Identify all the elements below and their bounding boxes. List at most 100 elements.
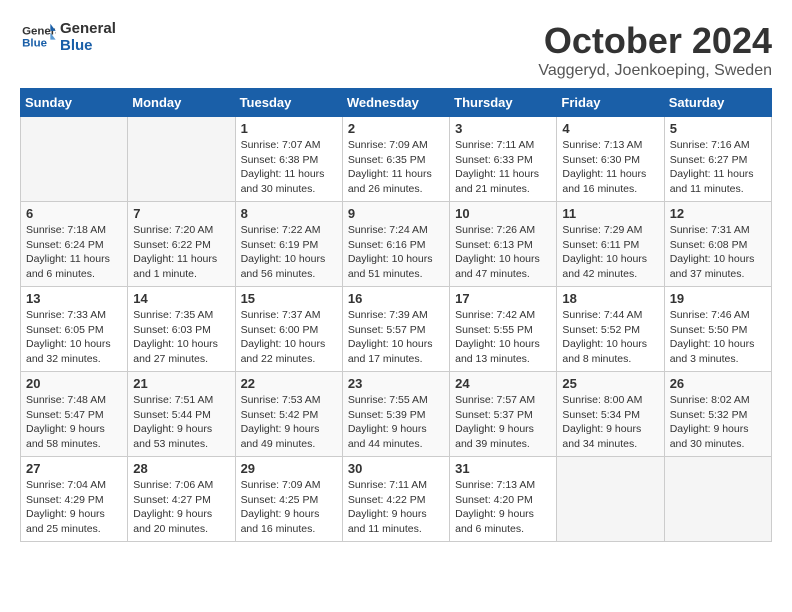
- day-header-thursday: Thursday: [450, 89, 557, 117]
- calendar-cell: 19 Sunrise: 7:46 AM Sunset: 5:50 PM Dayli…: [664, 287, 771, 372]
- title-section: October 2024 Vaggeryd, Joenkoeping, Swed…: [538, 20, 772, 80]
- day-header-saturday: Saturday: [664, 89, 771, 117]
- day-number: 16: [348, 291, 444, 306]
- day-number: 30: [348, 461, 444, 476]
- day-number: 28: [133, 461, 229, 476]
- calendar-cell: 16 Sunrise: 7:39 AM Sunset: 5:57 PM Dayli…: [342, 287, 449, 372]
- calendar-cell: 26 Sunrise: 8:02 AM Sunset: 5:32 PM Dayli…: [664, 372, 771, 457]
- day-info: Sunrise: 7:46 AM Sunset: 5:50 PM Dayligh…: [670, 308, 766, 367]
- calendar-cell: 27Sunrise: 7:04 AM Sunset: 4:29 PM Dayli…: [21, 457, 128, 542]
- day-info: Sunrise: 7:48 AM Sunset: 5:47 PM Dayligh…: [26, 393, 122, 452]
- day-info: Sunrise: 7:13 AM Sunset: 4:20 PM Dayligh…: [455, 478, 551, 537]
- week-row-2: 6 Sunrise: 7:18 AM Sunset: 6:24 PM Daylig…: [21, 202, 772, 287]
- calendar-cell: 20 Sunrise: 7:48 AM Sunset: 5:47 PM Dayli…: [21, 372, 128, 457]
- day-header-tuesday: Tuesday: [235, 89, 342, 117]
- day-info: Sunrise: 7:06 AM Sunset: 4:27 PM Dayligh…: [133, 478, 229, 537]
- calendar-cell: 2Sunrise: 7:09 AM Sunset: 6:35 PM Daylig…: [342, 117, 449, 202]
- logo-blue: Blue: [60, 37, 116, 54]
- calendar-cell: 30 Sunrise: 7:11 AM Sunset: 4:22 PM Dayli…: [342, 457, 449, 542]
- day-info: Sunrise: 7:44 AM Sunset: 5:52 PM Dayligh…: [562, 308, 658, 367]
- location-title: Vaggeryd, Joenkoeping, Sweden: [538, 62, 772, 80]
- week-row-1: 1Sunrise: 7:07 AM Sunset: 6:38 PM Daylig…: [21, 117, 772, 202]
- calendar-cell: 25 Sunrise: 8:00 AM Sunset: 5:34 PM Dayli…: [557, 372, 664, 457]
- calendar-cell: [128, 117, 235, 202]
- calendar-cell: 4Sunrise: 7:13 AM Sunset: 6:30 PM Daylig…: [557, 117, 664, 202]
- day-info: Sunrise: 7:11 AM Sunset: 4:22 PM Dayligh…: [348, 478, 444, 537]
- day-info: Sunrise: 7:31 AM Sunset: 6:08 PM Dayligh…: [670, 223, 766, 282]
- calendar-cell: [557, 457, 664, 542]
- calendar-cell: 22 Sunrise: 7:53 AM Sunset: 5:42 PM Dayli…: [235, 372, 342, 457]
- week-row-3: 13 Sunrise: 7:33 AM Sunset: 6:05 PM Dayli…: [21, 287, 772, 372]
- day-number: 24: [455, 376, 551, 391]
- day-info: Sunrise: 7:20 AM Sunset: 6:22 PM Dayligh…: [133, 223, 229, 282]
- calendar-cell: 12 Sunrise: 7:31 AM Sunset: 6:08 PM Dayli…: [664, 202, 771, 287]
- calendar-cell: 17 Sunrise: 7:42 AM Sunset: 5:55 PM Dayli…: [450, 287, 557, 372]
- day-info: Sunrise: 7:29 AM Sunset: 6:11 PM Dayligh…: [562, 223, 658, 282]
- day-number: 11: [562, 206, 658, 221]
- calendar-cell: 6 Sunrise: 7:18 AM Sunset: 6:24 PM Daylig…: [21, 202, 128, 287]
- day-info: Sunrise: 7:09 AM Sunset: 4:25 PM Dayligh…: [241, 478, 337, 537]
- day-number: 12: [670, 206, 766, 221]
- day-header-sunday: Sunday: [21, 89, 128, 117]
- day-header-monday: Monday: [128, 89, 235, 117]
- calendar-cell: 10Sunrise: 7:26 AM Sunset: 6:13 PM Dayli…: [450, 202, 557, 287]
- day-number: 13: [26, 291, 122, 306]
- month-title: October 2024: [538, 20, 772, 62]
- calendar-cell: [664, 457, 771, 542]
- day-number: 5: [670, 121, 766, 136]
- calendar-cell: [21, 117, 128, 202]
- day-info: Sunrise: 8:00 AM Sunset: 5:34 PM Dayligh…: [562, 393, 658, 452]
- day-number: 25: [562, 376, 658, 391]
- day-number: 17: [455, 291, 551, 306]
- day-number: 19: [670, 291, 766, 306]
- calendar-cell: 7 Sunrise: 7:20 AM Sunset: 6:22 PM Daylig…: [128, 202, 235, 287]
- day-info: Sunrise: 7:18 AM Sunset: 6:24 PM Dayligh…: [26, 223, 122, 282]
- calendar-cell: 24 Sunrise: 7:57 AM Sunset: 5:37 PM Dayli…: [450, 372, 557, 457]
- day-info: Sunrise: 7:39 AM Sunset: 5:57 PM Dayligh…: [348, 308, 444, 367]
- logo-icon: General Blue: [20, 22, 56, 52]
- day-info: Sunrise: 7:53 AM Sunset: 5:42 PM Dayligh…: [241, 393, 337, 452]
- day-number: 27: [26, 461, 122, 476]
- week-row-4: 20 Sunrise: 7:48 AM Sunset: 5:47 PM Dayli…: [21, 372, 772, 457]
- day-info: Sunrise: 7:57 AM Sunset: 5:37 PM Dayligh…: [455, 393, 551, 452]
- day-number: 18: [562, 291, 658, 306]
- day-info: Sunrise: 7:13 AM Sunset: 6:30 PM Dayligh…: [562, 138, 658, 197]
- calendar-cell: 18 Sunrise: 7:44 AM Sunset: 5:52 PM Dayli…: [557, 287, 664, 372]
- day-number: 7: [133, 206, 229, 221]
- day-info: Sunrise: 7:26 AM Sunset: 6:13 PM Dayligh…: [455, 223, 551, 282]
- logo-general: General: [60, 20, 116, 37]
- day-info: Sunrise: 7:55 AM Sunset: 5:39 PM Dayligh…: [348, 393, 444, 452]
- day-number: 2: [348, 121, 444, 136]
- calendar-cell: 8Sunrise: 7:22 AM Sunset: 6:19 PM Daylig…: [235, 202, 342, 287]
- day-info: Sunrise: 7:33 AM Sunset: 6:05 PM Dayligh…: [26, 308, 122, 367]
- calendar-cell: 21Sunrise: 7:51 AM Sunset: 5:44 PM Dayli…: [128, 372, 235, 457]
- calendar-cell: 29Sunrise: 7:09 AM Sunset: 4:25 PM Dayli…: [235, 457, 342, 542]
- day-number: 20: [26, 376, 122, 391]
- day-info: Sunrise: 7:24 AM Sunset: 6:16 PM Dayligh…: [348, 223, 444, 282]
- day-info: Sunrise: 7:42 AM Sunset: 5:55 PM Dayligh…: [455, 308, 551, 367]
- calendar-cell: 9 Sunrise: 7:24 AM Sunset: 6:16 PM Daylig…: [342, 202, 449, 287]
- calendar-cell: 3Sunrise: 7:11 AM Sunset: 6:33 PM Daylig…: [450, 117, 557, 202]
- day-number: 1: [241, 121, 337, 136]
- day-number: 15: [241, 291, 337, 306]
- header-row: SundayMondayTuesdayWednesdayThursdayFrid…: [21, 89, 772, 117]
- calendar-table: SundayMondayTuesdayWednesdayThursdayFrid…: [20, 88, 772, 542]
- calendar-cell: 23Sunrise: 7:55 AM Sunset: 5:39 PM Dayli…: [342, 372, 449, 457]
- day-info: Sunrise: 7:35 AM Sunset: 6:03 PM Dayligh…: [133, 308, 229, 367]
- day-number: 8: [241, 206, 337, 221]
- day-number: 14: [133, 291, 229, 306]
- calendar-cell: 15Sunrise: 7:37 AM Sunset: 6:00 PM Dayli…: [235, 287, 342, 372]
- day-number: 22: [241, 376, 337, 391]
- day-info: Sunrise: 8:02 AM Sunset: 5:32 PM Dayligh…: [670, 393, 766, 452]
- calendar-cell: 5 Sunrise: 7:16 AM Sunset: 6:27 PM Daylig…: [664, 117, 771, 202]
- day-info: Sunrise: 7:11 AM Sunset: 6:33 PM Dayligh…: [455, 138, 551, 197]
- calendar-cell: 28 Sunrise: 7:06 AM Sunset: 4:27 PM Dayli…: [128, 457, 235, 542]
- day-header-wednesday: Wednesday: [342, 89, 449, 117]
- day-header-friday: Friday: [557, 89, 664, 117]
- day-number: 6: [26, 206, 122, 221]
- day-number: 9: [348, 206, 444, 221]
- week-row-5: 27Sunrise: 7:04 AM Sunset: 4:29 PM Dayli…: [21, 457, 772, 542]
- day-info: Sunrise: 7:16 AM Sunset: 6:27 PM Dayligh…: [670, 138, 766, 197]
- day-number: 21: [133, 376, 229, 391]
- day-number: 26: [670, 376, 766, 391]
